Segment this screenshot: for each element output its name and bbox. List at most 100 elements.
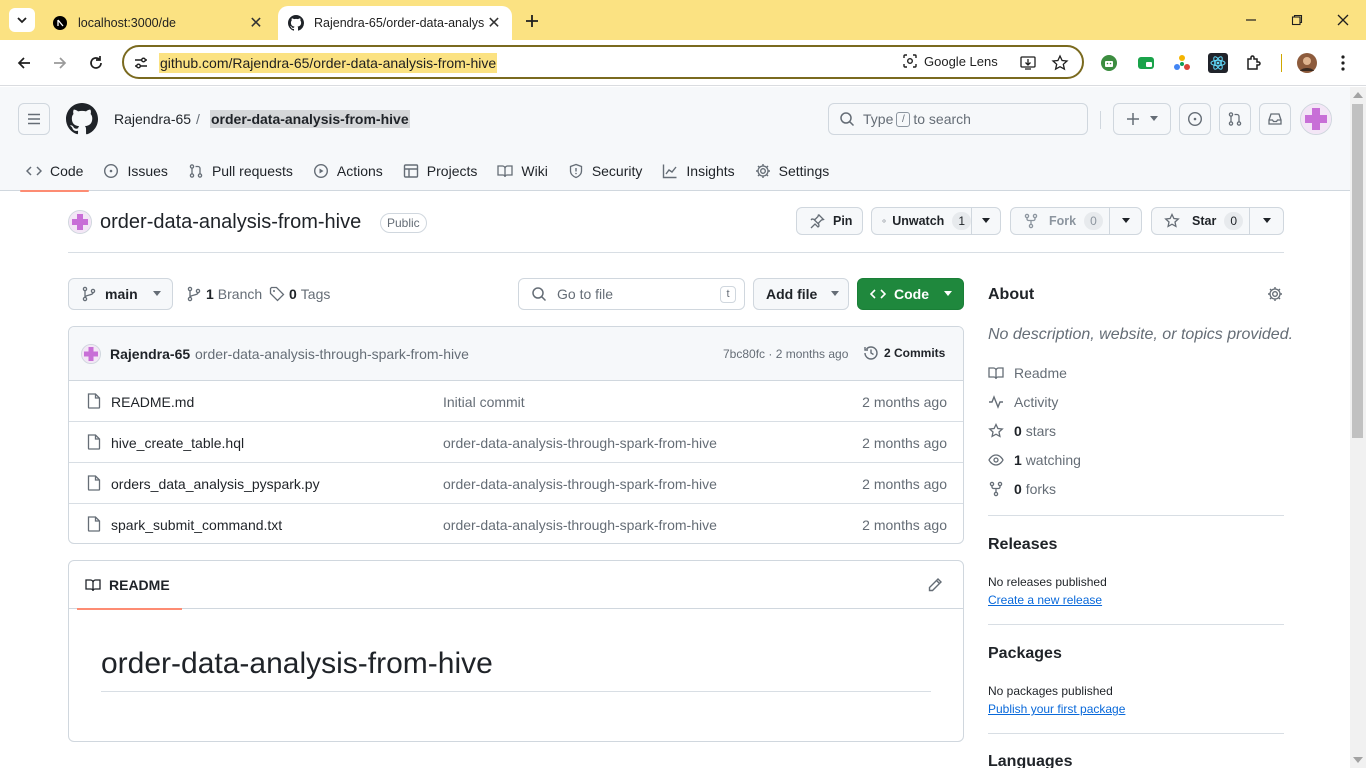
file-name-link[interactable]: hive_create_table.hql <box>111 435 244 451</box>
file-name-link[interactable]: orders_data_analysis_pyspark.py <box>111 476 320 492</box>
reload-button[interactable] <box>84 51 108 75</box>
file-name-link[interactable]: README.md <box>111 394 194 410</box>
google-lens-button[interactable]: Google Lens <box>902 53 998 69</box>
file-commit-message[interactable]: Initial commit <box>443 394 525 410</box>
readme-panel: README order-data-analysis-from-hive <box>68 560 964 742</box>
repo-owner-avatar[interactable] <box>68 210 92 234</box>
branch-label: Branch <box>217 286 263 302</box>
file-commit-message[interactable]: order-data-analysis-through-spark-from-h… <box>443 476 717 492</box>
packages-heading[interactable]: Packages <box>988 645 1062 663</box>
repo-name-link[interactable]: order-data-analysis-from-hive <box>100 211 361 234</box>
code-button[interactable]: Code <box>857 278 964 310</box>
branch-selector[interactable]: main <box>68 278 173 310</box>
scroll-down-arrow-icon[interactable] <box>1353 756 1363 764</box>
tab-settings[interactable]: Settings <box>745 151 840 191</box>
restore-button[interactable] <box>1286 10 1308 30</box>
pencil-icon[interactable] <box>927 577 943 593</box>
commit-message-link[interactable]: order-data-analysis-through-spark-from-h… <box>195 346 469 362</box>
tag-label: Tags <box>300 286 331 302</box>
issues-button[interactable] <box>1179 103 1211 135</box>
visibility-badge: Public <box>380 213 427 233</box>
go-to-file-placeholder: Go to file <box>557 286 614 302</box>
forward-button[interactable] <box>48 51 72 75</box>
arrow-right-icon <box>54 57 67 69</box>
back-button[interactable] <box>12 51 36 75</box>
watch-options-dropdown[interactable] <box>971 207 1001 235</box>
scrollbar-thumb[interactable] <box>1352 104 1363 438</box>
profile-avatar[interactable] <box>1296 52 1318 74</box>
close-tab-icon[interactable]: ✕ <box>484 13 504 33</box>
tab-search-button[interactable] <box>9 8 35 32</box>
new-tab-button[interactable] <box>520 10 544 32</box>
extensions-puzzle-icon[interactable] <box>1243 52 1265 74</box>
close-window-button[interactable] <box>1332 10 1354 30</box>
open-global-nav-button[interactable] <box>18 103 50 135</box>
gear-icon[interactable] <box>1267 286 1283 302</box>
unwatch-button[interactable]: Unwatch 1 <box>871 207 972 235</box>
tab-wiki[interactable]: Wiki <box>487 151 557 191</box>
go-to-file-input[interactable]: Go to file t <box>518 278 745 310</box>
tab-insights[interactable]: Insights <box>652 151 744 191</box>
file-commit-message[interactable]: order-data-analysis-through-spark-from-h… <box>443 517 717 533</box>
address-bar[interactable]: github.com/Rajendra-65/order-data-analys… <box>122 45 1084 79</box>
create-new-button[interactable] <box>1113 103 1171 135</box>
activity-link[interactable]: Activity <box>988 394 1058 410</box>
url-text[interactable]: github.com/Rajendra-65/order-data-analys… <box>159 53 498 73</box>
tab-pull-requests[interactable]: Pull requests <box>178 151 303 191</box>
readme-link[interactable]: Readme <box>988 365 1067 381</box>
commit-sha-time[interactable]: 7bc80fc · 2 months ago <box>723 347 848 361</box>
kebab-menu-icon <box>1341 55 1345 71</box>
publish-package-link[interactable]: Publish your first package <box>988 702 1125 716</box>
close-tab-icon[interactable]: ✕ <box>246 13 266 33</box>
github-logo-icon[interactable] <box>66 103 98 135</box>
scroll-up-arrow-icon[interactable] <box>1353 91 1363 99</box>
inbox-button[interactable] <box>1259 103 1291 135</box>
readme-tab[interactable]: README <box>77 561 182 610</box>
tab-projects[interactable]: Projects <box>393 151 488 191</box>
commit-author-link[interactable]: Rajendra-65 <box>110 346 190 362</box>
breadcrumb-repo-link[interactable]: order-data-analysis-from-hive <box>210 110 410 128</box>
fork-options-dropdown[interactable] <box>1109 207 1142 235</box>
tab-title: localhost:3000/de <box>78 16 176 30</box>
star-button[interactable]: Star 0 <box>1151 207 1250 235</box>
user-avatar[interactable] <box>1300 103 1332 135</box>
tab-issues[interactable]: Issues <box>93 151 177 191</box>
forks-link[interactable]: 0 forks <box>988 481 1056 497</box>
watchers-link[interactable]: 1 watching <box>988 452 1081 468</box>
search-suffix: to search <box>913 111 971 127</box>
file-name-link[interactable]: spark_submit_command.txt <box>111 517 282 533</box>
tab-code[interactable]: Code <box>16 151 93 192</box>
browser-tab-github[interactable]: Rajendra-65/order-data-analysis ✕ <box>278 6 512 40</box>
tags-link[interactable]: 0 Tags <box>269 286 330 302</box>
browser-menu-button[interactable] <box>1332 52 1354 74</box>
tab-actions[interactable]: Actions <box>303 151 393 191</box>
commits-history-link[interactable]: 2 Commits <box>863 345 945 361</box>
tab-security[interactable]: Security <box>558 151 653 191</box>
file-commit-message[interactable]: order-data-analysis-through-spark-from-h… <box>443 435 717 451</box>
commit-author-avatar[interactable] <box>81 344 101 364</box>
stars-link[interactable]: 0 stars <box>988 423 1056 439</box>
fork-button[interactable]: Fork 0 <box>1010 207 1110 235</box>
browser-tab-localhost[interactable]: localhost:3000/de ✕ <box>42 6 274 40</box>
branches-link[interactable]: 1 Branch <box>186 286 262 302</box>
releases-heading[interactable]: Releases <box>988 536 1057 554</box>
create-release-link[interactable]: Create a new release <box>988 593 1102 607</box>
search-icon <box>532 287 547 302</box>
reload-icon <box>90 56 102 69</box>
install-app-button[interactable] <box>1018 53 1038 73</box>
global-search-input[interactable]: Type / to search <box>828 103 1088 135</box>
extension-android-icon[interactable] <box>1098 52 1120 74</box>
extension-color-dots-icon[interactable] <box>1171 52 1193 74</box>
extension-green-icon[interactable] <box>1135 52 1157 74</box>
site-info-icon[interactable] <box>132 54 150 72</box>
minimize-button[interactable] <box>1240 10 1262 30</box>
pull-requests-button[interactable] <box>1219 103 1251 135</box>
breadcrumb-owner-link[interactable]: Rajendra-65 <box>114 111 191 127</box>
add-file-button[interactable]: Add file <box>753 278 849 310</box>
about-description: No description, website, or topics provi… <box>988 326 1294 343</box>
pin-button[interactable]: Pin <box>796 207 863 235</box>
star-lists-dropdown[interactable] <box>1249 207 1284 235</box>
search-shortcut-key: / <box>896 111 911 127</box>
extension-react-icon[interactable] <box>1207 52 1229 74</box>
bookmark-star-button[interactable] <box>1050 53 1070 73</box>
